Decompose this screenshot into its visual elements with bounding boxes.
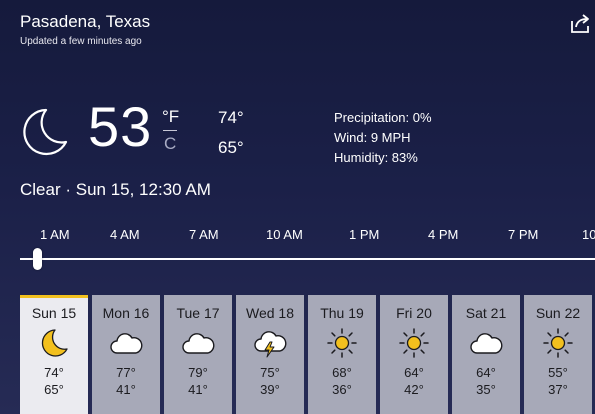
day-low: 37° bbox=[548, 382, 568, 397]
day-low: 42° bbox=[404, 382, 424, 397]
day-card-sun-22[interactable]: Sun 22 55° 37° bbox=[524, 295, 592, 414]
location-title: Pasadena, Texas bbox=[20, 12, 151, 31]
humidity: Humidity: 83% bbox=[334, 150, 418, 165]
day-high: 79° bbox=[188, 365, 208, 380]
day-high: 74° bbox=[44, 365, 64, 380]
day-low: 35° bbox=[476, 382, 496, 397]
hour-label[interactable]: 10 bbox=[582, 227, 595, 242]
current-temperature: 53 bbox=[88, 95, 153, 158]
cloud-icon bbox=[182, 333, 215, 354]
day-name: Tue 17 bbox=[176, 305, 220, 321]
sun-icon bbox=[543, 328, 573, 358]
cloud-icon bbox=[110, 333, 143, 354]
hour-label[interactable]: 1 AM bbox=[40, 227, 70, 242]
hour-label[interactable]: 4 PM bbox=[428, 227, 458, 242]
day-name: Sat 21 bbox=[465, 305, 507, 321]
wind: Wind: 9 MPH bbox=[334, 130, 411, 145]
precipitation: Precipitation: 0% bbox=[334, 110, 432, 125]
day-high: 64° bbox=[476, 365, 496, 380]
unit-fahrenheit[interactable]: °F bbox=[162, 107, 179, 127]
unit-celsius[interactable]: C bbox=[164, 134, 176, 154]
current-condition: Clear · Sun 15, 12:30 AM bbox=[20, 180, 211, 199]
unit-divider bbox=[163, 130, 177, 131]
share-icon[interactable] bbox=[569, 11, 593, 35]
day-low: 41° bbox=[188, 382, 208, 397]
day-high: 75° bbox=[260, 365, 280, 380]
day-card-mon-16[interactable]: Mon 16 77° 41° bbox=[92, 295, 160, 414]
day-low: 41° bbox=[116, 382, 136, 397]
day-card-wed-18[interactable]: Wed 18 75° 39° bbox=[236, 295, 304, 414]
day-high: 64° bbox=[404, 365, 424, 380]
day-high: 77° bbox=[116, 365, 136, 380]
timeline-slider-track[interactable] bbox=[20, 258, 595, 260]
weather-details: Precipitation: 0% Wind: 9 MPH Humidity: … bbox=[334, 108, 432, 168]
today-low: 65° bbox=[218, 138, 244, 157]
moon-icon bbox=[41, 329, 68, 357]
hour-label[interactable]: 1 PM bbox=[349, 227, 379, 242]
day-name: Fri 20 bbox=[396, 305, 432, 321]
timeline-slider-handle[interactable] bbox=[33, 248, 42, 270]
day-high: 68° bbox=[332, 365, 352, 380]
day-low: 36° bbox=[332, 382, 352, 397]
day-name: Wed 18 bbox=[246, 305, 294, 321]
day-low: 39° bbox=[260, 382, 280, 397]
moon-icon bbox=[23, 108, 68, 156]
day-card-thu-19[interactable]: Thu 19 68° 36° bbox=[308, 295, 376, 414]
day-high: 55° bbox=[548, 365, 568, 380]
thunder-cloud-icon bbox=[254, 331, 287, 358]
day-name: Sun 15 bbox=[31, 305, 77, 321]
hour-label[interactable]: 7 PM bbox=[508, 227, 538, 242]
today-high: 74° bbox=[218, 108, 244, 127]
day-low: 65° bbox=[44, 382, 64, 397]
hourly-timeline-labels: 1 AM 4 AM 7 AM 10 AM 1 PM 4 PM 7 PM 10 bbox=[0, 227, 595, 245]
sun-icon bbox=[327, 328, 357, 358]
cloud-icon bbox=[470, 333, 503, 354]
day-card-sat-21[interactable]: Sat 21 64° 35° bbox=[452, 295, 520, 414]
day-name: Mon 16 bbox=[102, 305, 150, 321]
updated-status: Updated a few minutes ago bbox=[20, 36, 142, 47]
sun-icon bbox=[399, 328, 429, 358]
day-name: Sun 22 bbox=[535, 305, 581, 321]
hour-label[interactable]: 10 AM bbox=[266, 227, 303, 242]
day-card-tue-17[interactable]: Tue 17 79° 41° bbox=[164, 295, 232, 414]
day-card-fri-20[interactable]: Fri 20 64° 42° bbox=[380, 295, 448, 414]
hour-label[interactable]: 4 AM bbox=[110, 227, 140, 242]
hour-label[interactable]: 7 AM bbox=[189, 227, 219, 242]
day-name: Thu 19 bbox=[320, 305, 364, 321]
day-card-sun-15[interactable]: Sun 15 74° 65° bbox=[20, 295, 88, 414]
